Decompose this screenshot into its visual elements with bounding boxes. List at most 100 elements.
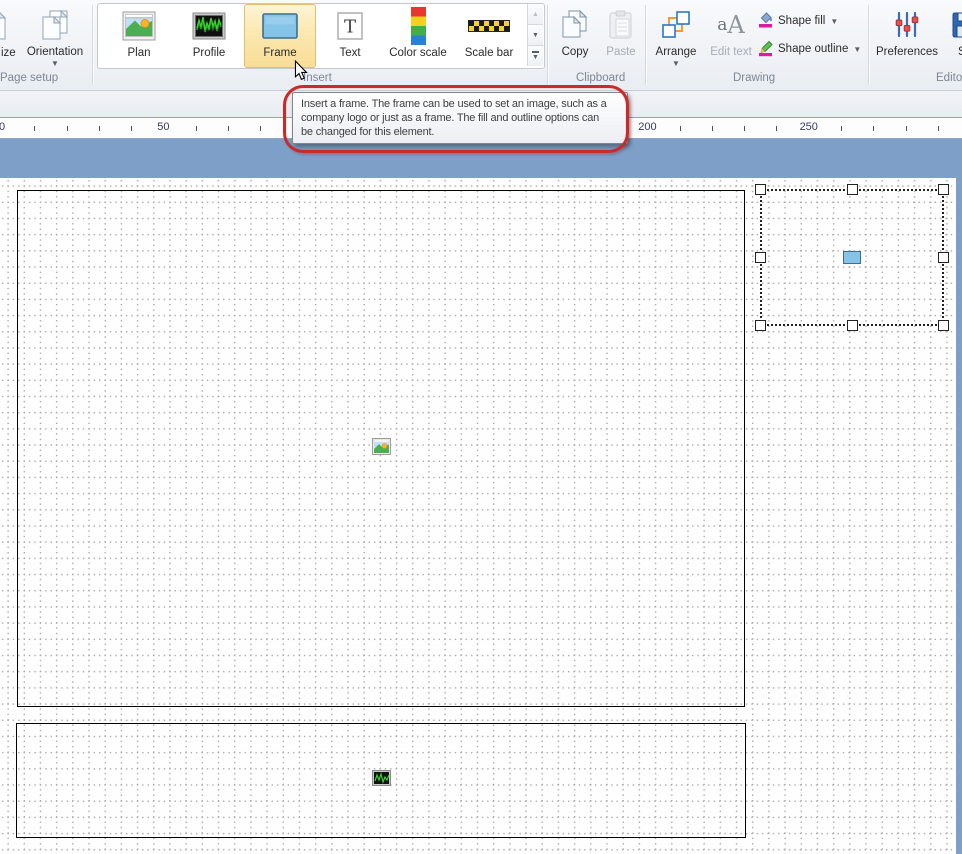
copy-button-label: Copy bbox=[562, 46, 589, 59]
frame-tooltip: Insert a frame. The frame can be used to… bbox=[292, 92, 628, 144]
copy-icon bbox=[560, 4, 590, 46]
insert-profile-button[interactable]: Profile bbox=[178, 4, 240, 68]
shape-outline-dropdown-icon: ▼ bbox=[853, 45, 861, 54]
save-icon bbox=[950, 4, 962, 46]
group-label-editor: Edito bbox=[936, 72, 962, 86]
text-icon: T bbox=[336, 5, 364, 47]
ruler-tick bbox=[67, 126, 68, 131]
paste-icon bbox=[606, 4, 636, 46]
ruler-tick bbox=[744, 126, 745, 131]
svg-text:T: T bbox=[344, 17, 356, 38]
preferences-button[interactable]: Preferences bbox=[872, 3, 942, 69]
resize-handle-top-right[interactable] bbox=[938, 184, 949, 195]
frame-icon bbox=[261, 5, 299, 47]
profile-placeholder-frame[interactable] bbox=[16, 723, 746, 838]
group-label-insert: Insert bbox=[303, 72, 332, 86]
resize-handle-top-left[interactable] bbox=[755, 184, 766, 195]
preferences-button-label: Preferences bbox=[876, 46, 938, 59]
save-button-label: Sa bbox=[958, 46, 962, 59]
profile-icon bbox=[192, 5, 226, 47]
size-button-label[interactable]: ize bbox=[0, 46, 17, 62]
ruler-tick bbox=[841, 126, 842, 131]
edit-text-button[interactable]: aA Edit text bbox=[703, 3, 759, 69]
profile-button-label: Profile bbox=[193, 47, 226, 60]
ruler-label: 50 bbox=[151, 118, 175, 137]
group-separator bbox=[547, 5, 548, 85]
scale-bar-button-label: Scale bar bbox=[465, 47, 514, 60]
page-canvas[interactable] bbox=[0, 178, 956, 854]
plan-icon bbox=[122, 5, 156, 47]
color-scale-button-label: Color scale bbox=[389, 47, 447, 60]
group-separator bbox=[645, 5, 646, 85]
insert-color-scale-button[interactable]: Color scale bbox=[384, 4, 452, 68]
paste-button[interactable]: Paste bbox=[598, 3, 644, 69]
edit-text-button-label: Edit text bbox=[710, 46, 752, 59]
orientation-dropdown-icon: ▼ bbox=[51, 60, 59, 68]
paste-button-label: Paste bbox=[606, 46, 635, 59]
ruler-tick bbox=[131, 126, 132, 131]
selected-frame-element[interactable] bbox=[760, 189, 944, 326]
orientation-icon bbox=[40, 4, 70, 46]
resize-handle-middle-right[interactable] bbox=[938, 252, 949, 263]
arrange-icon bbox=[660, 4, 692, 46]
resize-handle-bottom-middle[interactable] bbox=[847, 320, 858, 331]
shape-fill-button[interactable]: Shape fill ▼ bbox=[758, 10, 838, 32]
ruler-tick bbox=[34, 126, 35, 131]
group-label-drawing: Drawing bbox=[733, 72, 775, 86]
frame-button-label: Frame bbox=[263, 47, 296, 60]
shape-outline-button[interactable]: Shape outline ▼ bbox=[758, 38, 861, 60]
arrange-dropdown-icon: ▼ bbox=[672, 60, 680, 68]
group-label-page-setup: Page setup bbox=[0, 72, 58, 86]
resize-handle-bottom-right[interactable] bbox=[938, 320, 949, 331]
shape-fill-icon bbox=[758, 11, 774, 32]
plan-placeholder-frame[interactable] bbox=[17, 190, 745, 707]
shape-outline-button-label: Shape outline bbox=[778, 43, 848, 55]
color-scale-icon bbox=[411, 5, 426, 47]
shape-outline-icon bbox=[758, 39, 774, 60]
plan-placeholder-icon bbox=[372, 438, 391, 460]
gallery-scroll-down-button[interactable]: ▼ bbox=[527, 25, 543, 46]
ruler-tick bbox=[196, 126, 197, 131]
preferences-icon bbox=[892, 4, 922, 46]
page-size-icon bbox=[0, 4, 8, 46]
resize-handle-top-middle[interactable] bbox=[847, 184, 858, 195]
ruler-tick bbox=[228, 126, 229, 131]
tooltip-line: be changed for this element. bbox=[301, 125, 619, 139]
insert-frame-button[interactable]: Frame bbox=[244, 4, 316, 68]
ruler-tick bbox=[938, 126, 939, 131]
ruler-label: 200 bbox=[635, 118, 659, 137]
ruler-tick bbox=[99, 126, 100, 131]
gallery-scroll-up-button[interactable]: ▲ bbox=[527, 4, 543, 25]
insert-gallery-panel: Plan Profile Frame T Text bbox=[97, 3, 545, 69]
group-separator bbox=[92, 5, 93, 85]
ruler-tick bbox=[776, 126, 777, 131]
profile-placeholder-icon bbox=[372, 770, 391, 791]
arrange-button[interactable]: Arrange ▼ bbox=[649, 3, 703, 69]
insert-text-button[interactable]: T Text bbox=[319, 4, 381, 68]
tooltip-line: Insert a frame. The frame can be used to… bbox=[301, 97, 619, 111]
shape-fill-dropdown-icon: ▼ bbox=[830, 17, 838, 26]
group-separator bbox=[868, 5, 869, 85]
gallery-more-icon: ▼ bbox=[532, 51, 539, 61]
ruler-tick bbox=[680, 126, 681, 131]
layout-surround bbox=[0, 139, 962, 854]
arrange-button-label: Arrange bbox=[656, 46, 697, 59]
ribbon: ize Orientation ▼ Page setup Plan Prof bbox=[0, 0, 962, 91]
shape-fill-button-label: Shape fill bbox=[778, 15, 825, 27]
orientation-button[interactable]: Orientation ▼ bbox=[22, 3, 88, 69]
frame-placeholder-icon bbox=[843, 251, 861, 264]
plan-button-label: Plan bbox=[127, 47, 150, 60]
copy-button[interactable]: Copy bbox=[552, 3, 598, 69]
ruler-label: 0 bbox=[0, 118, 14, 137]
resize-handle-bottom-left[interactable] bbox=[755, 320, 766, 331]
insert-plan-button[interactable]: Plan bbox=[108, 4, 170, 68]
gallery-more-button[interactable]: ▼ bbox=[527, 46, 543, 66]
tooltip-line: company logo or just as a frame. The fil… bbox=[301, 111, 619, 125]
ruler-tick bbox=[906, 126, 907, 131]
text-button-label: Text bbox=[339, 47, 360, 60]
ruler-tick bbox=[873, 126, 874, 131]
orientation-button-label: Orientation bbox=[27, 46, 83, 59]
insert-scale-bar-button[interactable]: Scale bar bbox=[453, 4, 525, 68]
resize-handle-middle-left[interactable] bbox=[755, 252, 766, 263]
save-button[interactable]: Sa bbox=[942, 3, 962, 69]
